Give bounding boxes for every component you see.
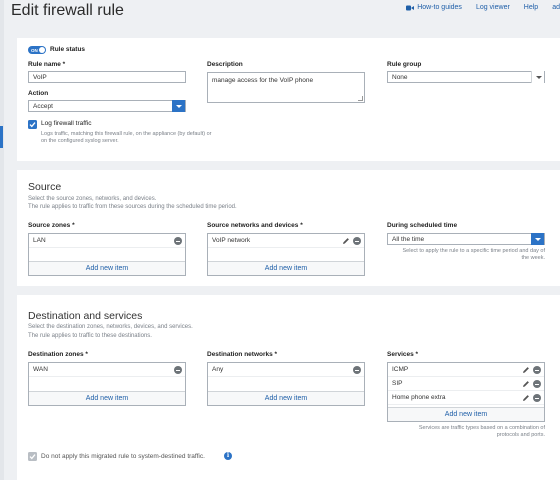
- edit-pencil-icon[interactable]: [522, 394, 530, 402]
- top-links: How-to guides Log viewer Help ad: [406, 4, 560, 11]
- rule-group-dropdown-arrow-icon[interactable]: [531, 71, 544, 83]
- help-link[interactable]: Help: [524, 4, 538, 11]
- log-traffic-help: Logs traffic, matching this firewall rul…: [41, 131, 212, 144]
- destination-description-line2: The rule applies to traffic to these des…: [28, 333, 152, 339]
- destination-panel: Destination and services Select the dest…: [17, 295, 560, 480]
- destination-section-title: Destination and services: [28, 310, 143, 322]
- source-description-line2: The rule applies to traffic from these s…: [28, 204, 237, 210]
- service-name: Home phone extra: [392, 394, 446, 401]
- video-icon: [406, 5, 415, 10]
- remove-icon[interactable]: [174, 366, 182, 374]
- how-to-guides-link[interactable]: How-to guides: [406, 4, 462, 11]
- remove-icon[interactable]: [174, 237, 182, 245]
- description-textarea[interactable]: manage access for the VoIP phone: [207, 72, 365, 103]
- action-label: Action: [28, 90, 49, 97]
- list-item: Home phone extra: [388, 391, 544, 405]
- source-section-title: Source: [28, 181, 62, 193]
- destination-networks-label: Destination networks *: [207, 351, 278, 358]
- page-title: Edit firewall rule: [11, 2, 124, 19]
- info-icon[interactable]: i: [224, 452, 232, 460]
- destination-description-line1: Select the destination zones, networks, …: [28, 324, 193, 330]
- destination-zones-list: WAN Add new item: [28, 362, 186, 406]
- remove-icon[interactable]: [533, 380, 541, 388]
- destination-zone-name: WAN: [33, 366, 48, 373]
- rule-group-select[interactable]: None: [387, 71, 545, 83]
- source-networks-list: VoIP network Add new item: [207, 233, 365, 276]
- rule-name-input[interactable]: VoIP: [28, 71, 186, 83]
- edit-pencil-icon[interactable]: [522, 380, 530, 388]
- rule-status-toggle[interactable]: ON: [28, 46, 46, 54]
- destination-networks-list: Any Add new item: [207, 362, 365, 406]
- log-traffic-checkbox[interactable]: [28, 120, 37, 129]
- log-traffic-label: Log firewall traffic: [41, 120, 92, 127]
- source-zones-label: Source zones *: [28, 222, 75, 229]
- edit-pencil-icon[interactable]: [342, 237, 350, 245]
- schedule-value: All the time: [392, 236, 425, 243]
- source-network-name: VoIP network: [212, 237, 251, 244]
- list-item: SIP: [388, 377, 544, 391]
- schedule-label: During scheduled time: [387, 222, 458, 229]
- toggle-on-text: ON: [31, 47, 38, 53]
- admin-menu-link[interactable]: ad: [552, 4, 560, 11]
- action-value: Accept: [33, 103, 53, 110]
- source-zones-add-button[interactable]: Add new item: [29, 261, 185, 275]
- remove-icon[interactable]: [353, 366, 361, 374]
- services-list: ICMP SIP Home phone extra Add new item: [387, 362, 545, 422]
- rule-settings-panel: ON Rule status Rule name * VoIP Action A…: [17, 38, 560, 161]
- source-networks-label: Source networks and devices *: [207, 222, 303, 229]
- source-zones-list: LAN Add new item: [28, 233, 186, 276]
- services-label: Services *: [387, 351, 419, 358]
- source-panel: Source Select the source zones, networks…: [17, 170, 560, 286]
- migrated-rule-label: Do not apply this migrated rule to syste…: [41, 453, 205, 460]
- description-label: Description: [207, 61, 243, 68]
- log-viewer-link[interactable]: Log viewer: [476, 4, 510, 11]
- destination-network-name: Any: [212, 366, 224, 373]
- remove-icon[interactable]: [533, 394, 541, 402]
- how-to-guides-label: How-to guides: [417, 4, 462, 11]
- checkmark-icon: [29, 122, 36, 128]
- resize-handle-icon[interactable]: [358, 96, 363, 101]
- service-name: SIP: [392, 380, 403, 387]
- toggle-knob: [39, 47, 45, 53]
- schedule-select[interactable]: All the time: [387, 233, 545, 245]
- remove-icon[interactable]: [353, 237, 361, 245]
- rule-group-label: Rule group: [387, 61, 422, 68]
- list-item: VoIP network: [208, 234, 364, 248]
- left-navigation-strip: [0, 0, 4, 480]
- list-item: WAN: [29, 363, 185, 377]
- destination-zones-add-button[interactable]: Add new item: [29, 391, 185, 405]
- edit-pencil-icon[interactable]: [522, 366, 530, 374]
- source-zone-name: LAN: [33, 237, 46, 244]
- services-add-button[interactable]: Add new item: [388, 407, 544, 421]
- source-networks-add-button[interactable]: Add new item: [208, 261, 364, 275]
- list-item: Any: [208, 363, 364, 377]
- migrated-rule-checkbox[interactable]: [28, 452, 37, 461]
- action-select[interactable]: Accept: [28, 100, 186, 112]
- checkmark-icon: [29, 454, 36, 460]
- services-help: Services are traffic types based on a co…: [418, 425, 545, 438]
- schedule-dropdown-arrow-icon[interactable]: [531, 233, 544, 245]
- rule-group-value: None: [392, 74, 408, 81]
- schedule-help: Select to apply the rule to a specific t…: [402, 248, 545, 261]
- action-dropdown-arrow-icon[interactable]: [172, 100, 185, 112]
- service-name: ICMP: [392, 366, 409, 373]
- rule-name-label: Rule name *: [28, 61, 66, 68]
- source-description-line1: Select the source zones, networks, and d…: [28, 196, 157, 202]
- list-item: LAN: [29, 234, 185, 248]
- list-item: ICMP: [388, 363, 544, 377]
- description-value: manage access for the VoIP phone: [212, 77, 314, 84]
- destination-networks-add-button[interactable]: Add new item: [208, 391, 364, 405]
- rule-status-label: Rule status: [50, 46, 86, 53]
- destination-zones-label: Destination zones *: [28, 351, 88, 358]
- nav-active-marker: [0, 126, 3, 148]
- remove-icon[interactable]: [533, 366, 541, 374]
